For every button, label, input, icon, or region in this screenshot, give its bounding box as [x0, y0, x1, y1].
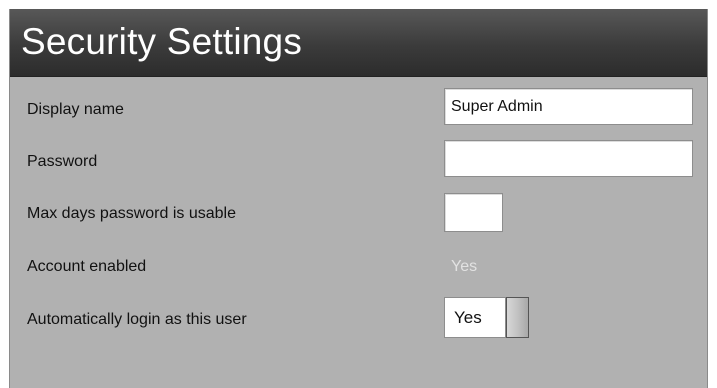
toggle-knob[interactable]: [506, 297, 529, 338]
auto-login-toggle[interactable]: Yes: [444, 297, 531, 338]
max-days-label: Max days password is usable: [27, 205, 236, 222]
account-enabled-value: Yes: [451, 258, 478, 275]
max-days-field[interactable]: [444, 193, 503, 232]
auto-login-value: Yes: [444, 297, 506, 338]
password-field[interactable]: [444, 140, 693, 177]
display-name-field[interactable]: [444, 88, 693, 125]
password-label: Password: [27, 153, 98, 170]
auto-login-label: Automatically login as this user: [27, 311, 247, 328]
account-enabled-label: Account enabled: [27, 258, 147, 275]
title-bar: Security Settings: [10, 9, 707, 77]
security-settings-panel: Security Settings Display name Password …: [9, 9, 708, 388]
page-title: Security Settings: [21, 21, 303, 62]
display-name-label: Display name: [27, 101, 124, 118]
